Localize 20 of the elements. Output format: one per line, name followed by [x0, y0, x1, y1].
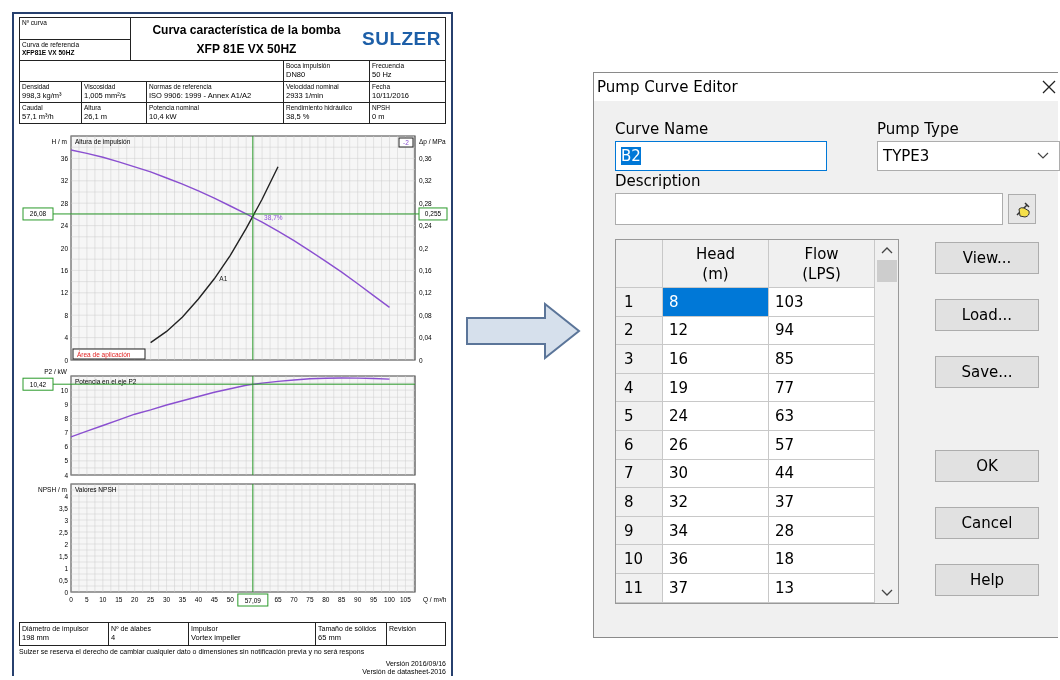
window-title: Pump Curve Editor — [597, 78, 738, 96]
pump-model: XFP 81E VX 50HZ — [196, 41, 297, 56]
field-label: Pump Type — [877, 119, 960, 139]
brand-logo: SULZER — [362, 28, 442, 50]
row-number: 10 — [616, 545, 663, 574]
row-number: 2 — [616, 316, 663, 346]
row-number: 6 — [616, 430, 663, 460]
row-number: 9 — [616, 516, 663, 546]
row-number: 5 — [616, 402, 663, 431]
row-number: 7 — [616, 459, 663, 489]
row-number: 1 — [616, 288, 663, 317]
column-header: Head (m) — [663, 240, 769, 288]
sheet-title: Curva característica de la bomba — [152, 22, 341, 37]
row-number: 11 — [616, 573, 663, 603]
row-number: 3 — [616, 345, 663, 374]
field-label: Description — [615, 171, 702, 191]
row-number: 4 — [616, 373, 663, 403]
row-number: 8 — [616, 488, 663, 517]
field-label: Curve Name — [615, 119, 710, 139]
column-header: Flow (LPS) — [769, 240, 875, 288]
